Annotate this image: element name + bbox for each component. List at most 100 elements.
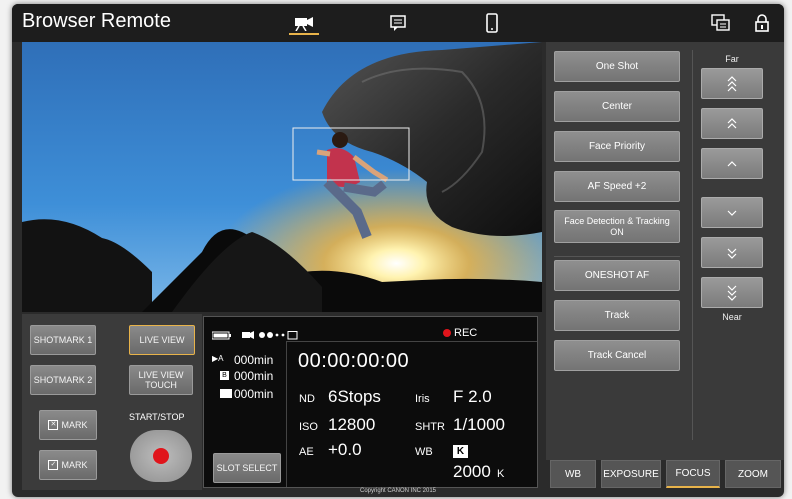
face-priority-label: Face Priority [588,141,646,152]
slot-b-remaining: 000min [234,369,274,383]
lock-icon[interactable] [750,12,774,34]
shotmark2-label: SHOTMARK 2 [33,375,93,385]
track-button[interactable]: Track [554,300,680,331]
center-button[interactable]: Center [554,91,680,122]
live-view-image[interactable] [22,42,542,312]
live-view-scene [22,42,542,312]
face-detection-label: Face Detection & Tracking ON [564,215,670,237]
check-mark-button[interactable]: ✓ MARK [39,450,97,480]
face-detection-tracking-button[interactable]: Face Detection & Tracking ON [554,210,680,243]
x-mark-label: MARK [61,420,88,430]
smartphone-icon[interactable] [480,12,504,34]
wb-unit: K [497,468,505,480]
x-mark-button[interactable]: ✕ MARK [39,410,97,440]
focus-far-small-button[interactable] [701,148,763,179]
track-cancel-label: Track Cancel [587,350,647,361]
track-label: Track [604,310,630,321]
tab-exposure-label: EXPOSURE [603,468,659,480]
triple-chevron-down-icon [727,285,737,301]
slot-c-remaining: 000min [234,387,274,401]
check-mark-label: MARK [61,460,88,470]
double-chevron-down-icon [727,248,737,259]
status-panel: REC ▶A 000min B 000min 000min SLOT SELEC… [203,316,538,488]
oneshot-af-label: ONESHOT AF [584,270,650,281]
shotmark1-label: SHOTMARK 1 [33,335,93,345]
focus-far-medium-button[interactable] [701,108,763,139]
face-priority-button[interactable]: Face Priority [554,131,680,162]
focus-near-small-button[interactable] [701,197,763,228]
live-view-button[interactable]: LIVE VIEW [129,325,195,355]
live-view-touch-label: LIVE VIEW TOUCH [138,370,184,390]
slot-select-button[interactable]: SLOT SELECT [213,453,281,483]
tab-exposure[interactable]: EXPOSURE [601,460,661,488]
x-mark-icon: ✕ [48,420,59,430]
iris-label: Iris [415,393,430,405]
camera-icon[interactable] [292,12,316,34]
track-cancel-button[interactable]: Track Cancel [554,340,680,371]
af-speed-label: AF Speed +2 [587,181,647,192]
record-icon [153,448,169,464]
check-mark-icon: ✓ [48,460,59,470]
media-status-icons [211,328,312,346]
center-label: Center [601,101,632,112]
live-view-touch-button[interactable]: LIVE VIEW TOUCH [129,365,193,395]
nd-label: ND [299,393,315,405]
oneshot-af-button[interactable]: ONESHOT AF [554,260,680,291]
slot-b-icon: B [220,371,229,380]
shtr-value: 1/1000 [453,415,505,434]
iso-value: 12800 [328,415,376,434]
copyright-footer: Copyright CANON INC 2015 [359,488,437,494]
iris-value: F 2.0 [453,387,492,406]
shotmark2-button[interactable]: SHOTMARK 2 [30,365,96,395]
settings-window-icon[interactable] [709,12,733,34]
slot-a-icon: ▶A [212,354,224,363]
shtr-label: SHTR [415,421,445,433]
triple-chevron-up-icon [727,75,737,91]
focus-vdivider [692,50,693,440]
iso-label: ISO [299,421,318,433]
browser-remote-window: Browser Remote SHOTMARK 1 LIVE VIEW SHOT… [12,4,784,497]
shotmark1-button[interactable]: SHOTMARK 1 [30,325,96,355]
tab-zoom-label: ZOOM [738,468,768,480]
ae-value: +0.0 [328,440,362,459]
focus-near-large-button[interactable] [701,277,763,308]
slot-a-remaining: 000min [234,353,274,367]
tab-zoom[interactable]: ZOOM [725,460,781,488]
active-tab-indicator [289,33,319,35]
chevron-up-icon [727,160,737,166]
rec-label: REC [454,327,478,339]
nd-value: 6Stops [328,387,381,406]
tab-wb-label: WB [564,468,582,480]
header-bar: Browser Remote [12,4,784,42]
settings-tabs: WB EXPOSURE FOCUS ZOOM [546,460,784,490]
far-label: Far [725,54,739,64]
focus-near-medium-button[interactable] [701,237,763,268]
status-divider [286,341,537,342]
wb-mode-badge: K [453,445,468,458]
one-shot-label: One Shot [595,61,639,72]
focus-far-large-button[interactable] [701,68,763,99]
app-title: Browser Remote [22,10,171,32]
message-icon[interactable] [386,12,410,34]
tab-focus-label: FOCUS [675,468,711,479]
start-stop-label: START/STOP [129,412,185,422]
ae-label: AE [299,446,314,458]
slot-c-icon [220,389,232,398]
double-chevron-up-icon [727,117,737,128]
control-panel: SHOTMARK 1 LIVE VIEW SHOTMARK 2 LIVE VIE… [22,314,202,490]
focus-panel: One Shot Center Face Priority AF Speed +… [546,42,784,460]
start-stop-button[interactable] [130,430,192,482]
wb-value: 2000 [453,462,491,481]
tab-wb[interactable]: WB [550,460,596,488]
near-label: Near [722,312,742,322]
slot-select-label: SLOT SELECT [216,463,278,473]
focus-divider [554,256,680,257]
af-speed-button[interactable]: AF Speed +2 [554,171,680,202]
rec-indicator-icon [443,329,451,337]
chevron-down-icon [727,210,737,216]
one-shot-button[interactable]: One Shot [554,51,680,82]
wb-label: WB [415,446,433,458]
timecode: 00:00:00:00 [298,350,410,372]
tab-focus[interactable]: FOCUS [666,460,720,488]
live-view-label: LIVE VIEW [139,335,185,345]
